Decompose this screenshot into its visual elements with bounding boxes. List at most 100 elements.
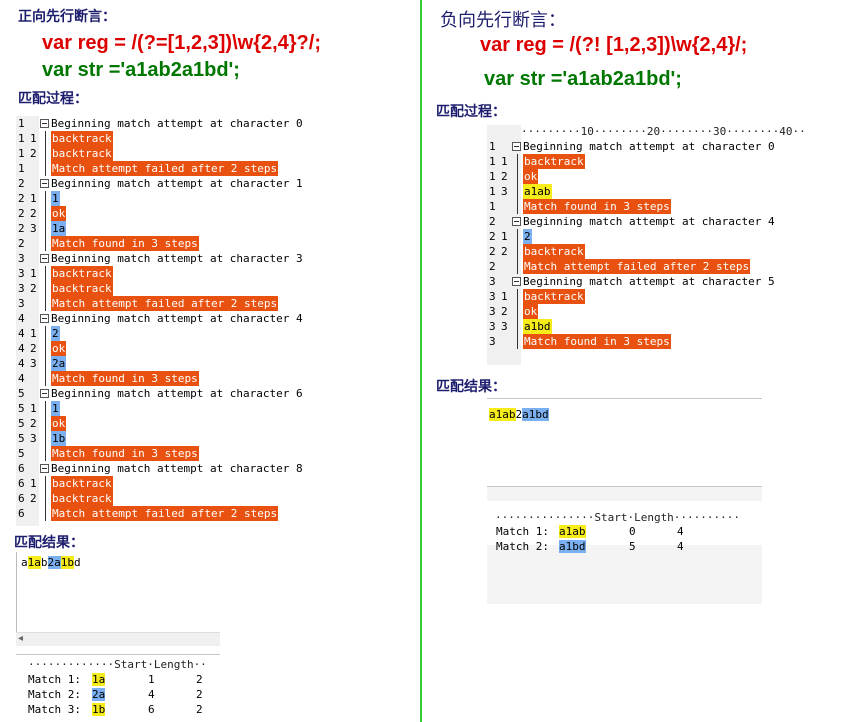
trace-row[interactable]: 5 2 ok	[16, 416, 316, 431]
match-start: 4	[148, 688, 155, 701]
collapse-toggle-icon[interactable]	[512, 217, 521, 226]
trace-row[interactable]: 2 3 1a	[16, 221, 316, 236]
trace-row[interactable]: 212	[487, 229, 762, 244]
trace-line-number: 1	[489, 170, 496, 183]
trace-row[interactable]: 1 1 backtrack	[16, 131, 316, 146]
trace-highlight: Match found in 3 steps	[51, 236, 199, 251]
trace-line-number: 2	[18, 207, 25, 220]
left-debug-trace[interactable]: 1 Beginning match attempt at character 01…	[16, 116, 316, 526]
result-segment: a1ab	[489, 408, 516, 421]
trace-row[interactable]: 2 2 ok	[16, 206, 316, 221]
collapse-toggle-icon[interactable]	[40, 464, 49, 473]
trace-highlight: Match attempt failed after 2 steps	[523, 259, 751, 274]
trace-row[interactable]: 2 2 backtrack	[487, 244, 762, 259]
trace-row[interactable]: 3 Beginning match attempt at character 3	[16, 251, 316, 266]
trace-row[interactable]: 2 Beginning match attempt at character 4	[487, 214, 775, 229]
trace-line-number: 3	[489, 335, 496, 348]
collapse-toggle-icon[interactable]	[40, 314, 49, 323]
trace-step-number: 1	[30, 477, 37, 490]
trace-line-number: 3	[18, 252, 25, 265]
match-value: a1bd	[559, 540, 586, 553]
trace-row[interactable]: 3 Match found in 3 steps	[487, 334, 762, 349]
trace-row[interactable]: 1 Beginning match attempt at character 0	[487, 139, 775, 154]
trace-row[interactable]: 5 Match found in 3 steps	[16, 446, 316, 461]
trace-row[interactable]: 511	[16, 401, 316, 416]
trace-row[interactable]: 4 2 ok	[16, 341, 316, 356]
trace-row[interactable]: 1 2 ok	[487, 169, 762, 184]
trace-row[interactable]: 4 Match found in 3 steps	[16, 371, 316, 386]
result-segment: d	[74, 556, 81, 569]
trace-row[interactable]: 5 3 1b	[16, 431, 316, 446]
trace-highlight: backtrack	[51, 131, 113, 146]
trace-row[interactable]: 1 2 backtrack	[16, 146, 316, 161]
trace-row[interactable]: 1 1 backtrack	[487, 154, 762, 169]
trace-row[interactable]: 3 2 ok	[487, 304, 762, 319]
trace-row[interactable]: 3 1 backtrack	[16, 266, 316, 281]
trace-row[interactable]: 4 3 2a	[16, 356, 316, 371]
tree-line	[517, 169, 518, 184]
trace-line-number: 5	[18, 432, 25, 445]
trace-message: Beginning match attempt at character 8	[51, 462, 303, 475]
trace-step-number: 1	[30, 267, 37, 280]
trace-row[interactable]: 3 3 a1bd	[487, 319, 762, 334]
match-label: Match 1:	[28, 673, 81, 686]
right-match-table[interactable]: ···············Start·Length·········· Ma…	[487, 486, 762, 604]
collapse-toggle-icon[interactable]	[512, 277, 521, 286]
trace-highlight: Match found in 3 steps	[523, 334, 671, 349]
collapse-toggle-icon[interactable]	[40, 254, 49, 263]
tree-line	[45, 191, 46, 206]
match-start: 6	[148, 703, 155, 716]
trace-highlight: ok	[51, 341, 67, 356]
trace-row[interactable]: 3 2 backtrack	[16, 281, 316, 296]
trace-step-number: 1	[501, 290, 508, 303]
trace-row[interactable]: 6 Match attempt failed after 2 steps	[16, 506, 316, 521]
collapse-toggle-icon[interactable]	[40, 119, 49, 128]
trace-row[interactable]: 3 Beginning match attempt at character 5	[487, 274, 775, 289]
right-result-box[interactable]: a1ab2a1bd	[487, 398, 762, 448]
trace-highlight: 1b	[51, 431, 67, 446]
trace-row[interactable]: 1 Match attempt failed after 2 steps	[16, 161, 316, 176]
trace-row[interactable]: 2 Match found in 3 steps	[16, 236, 316, 251]
trace-line-number: 2	[489, 230, 496, 243]
trace-row[interactable]: 211	[16, 191, 316, 206]
trace-line-number: 1	[489, 155, 496, 168]
tree-line	[45, 356, 46, 371]
trace-line-number: 2	[489, 215, 496, 228]
trace-step-number: 1	[30, 192, 37, 205]
trace-row[interactable]: 41 2	[16, 326, 316, 341]
tree-line	[45, 206, 46, 221]
trace-highlight: 1	[51, 401, 60, 416]
trace-row[interactable]: 6 Beginning match attempt at character 8	[16, 461, 316, 476]
trace-message: Beginning match attempt at character 0	[51, 117, 303, 130]
trace-row[interactable]: 1 3 a1ab	[487, 184, 762, 199]
left-regex-line: var reg = /(?=[1,2,3])\w{2,4}?/;	[42, 32, 321, 54]
trace-row[interactable]: 1 Match found in 3 steps	[487, 199, 762, 214]
trace-line-number: 5	[18, 447, 25, 460]
tree-line	[45, 446, 46, 461]
left-match-table[interactable]: ·············Start·Length·· Match 1: 1a 1 2…	[16, 654, 220, 722]
trace-row[interactable]: 2 Match attempt failed after 2 steps	[487, 259, 762, 274]
collapse-toggle-icon[interactable]	[40, 179, 49, 188]
trace-line-number: 1	[489, 140, 496, 153]
trace-row[interactable]: 6 2 backtrack	[16, 491, 316, 506]
collapse-toggle-icon[interactable]	[512, 142, 521, 151]
collapse-toggle-icon[interactable]	[40, 389, 49, 398]
trace-row[interactable]: 1 Beginning match attempt at character 0	[16, 116, 316, 131]
scroll-left-icon[interactable]: ◂	[18, 633, 23, 644]
tree-line	[517, 259, 518, 274]
left-result-box[interactable]: a1ab2a1bd	[16, 552, 220, 634]
trace-row[interactable]: 4 Beginning match attempt at character 4	[16, 311, 316, 326]
trace-row[interactable]: 6 1 backtrack	[16, 476, 316, 491]
left-str-line: var str ='a1ab2a1bd';	[42, 59, 240, 81]
trace-row[interactable]: 2 Beginning match attempt at character 1	[16, 176, 316, 191]
trace-highlight: Match attempt failed after 2 steps	[51, 506, 279, 521]
trace-line-number: 1	[18, 132, 25, 145]
trace-highlight: ok	[523, 304, 539, 319]
trace-row[interactable]: 3 1 backtrack	[487, 289, 762, 304]
right-debug-trace[interactable]: ·········10········20········30········4…	[487, 125, 806, 365]
trace-highlight: backtrack	[523, 154, 585, 169]
tree-line	[45, 341, 46, 356]
trace-row[interactable]: 5 Beginning match attempt at character 6	[16, 386, 316, 401]
trace-row[interactable]: 3 Match attempt failed after 2 steps	[16, 296, 316, 311]
left-result-scrollbar[interactable]: ◂	[16, 632, 220, 646]
